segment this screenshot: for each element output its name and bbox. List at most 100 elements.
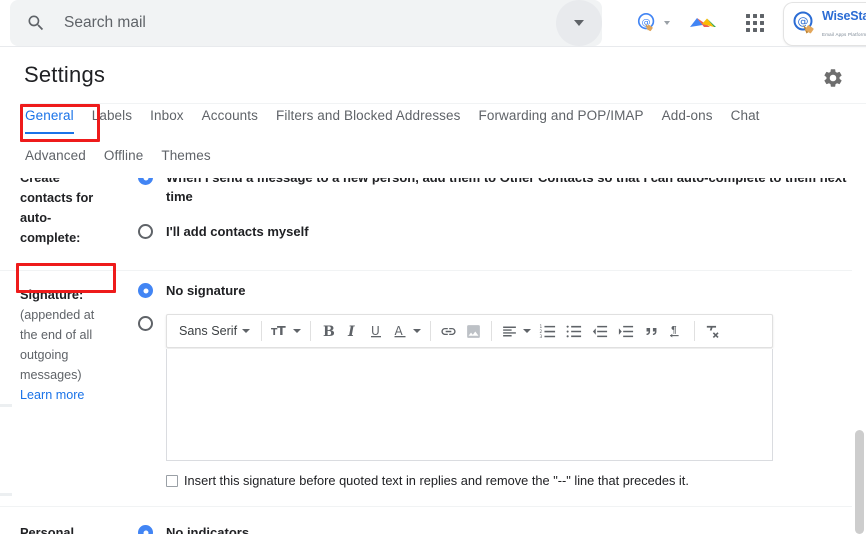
bold-icon[interactable]: B <box>316 317 340 345</box>
tab-accounts[interactable]: Accounts <box>202 104 258 126</box>
italic-icon[interactable]: I <box>340 317 364 345</box>
indent-more-icon[interactable] <box>613 317 639 345</box>
content-edge-marker <box>0 493 12 496</box>
underline-icon[interactable]: U <box>364 317 388 345</box>
svg-text:1: 1 <box>540 323 543 329</box>
vertical-scrollbar[interactable] <box>852 168 866 534</box>
tab-chat[interactable]: Chat <box>731 104 760 126</box>
signature-editor-toolbar: Sans Serif T T B I U A 1 2 3 ¶ <box>166 314 773 348</box>
tab-add-ons[interactable]: Add-ons <box>662 104 713 126</box>
font-family-value: Sans Serif <box>179 324 238 338</box>
quote-icon[interactable] <box>639 317 664 345</box>
radio-row-add-contacts-myself[interactable]: I'll add contacts myself <box>138 222 848 241</box>
tab-offline[interactable]: Offline <box>104 144 143 166</box>
tab-inbox[interactable]: Inbox <box>150 104 184 126</box>
vertical-scrollbar-thumb[interactable] <box>855 430 864 534</box>
page-title: Settings <box>24 62 106 87</box>
wisestamp-extension-panel[interactable]: @ WiseStamp Email Apps Platform <box>783 2 866 46</box>
settings-header: Settings <box>0 55 866 100</box>
wisestamp-logo-icon: @ <box>792 11 818 37</box>
indent-less-icon[interactable] <box>587 317 613 345</box>
text-color-icon[interactable]: A <box>388 317 425 345</box>
insert-image-icon[interactable] <box>461 317 486 345</box>
radio-no-indicators[interactable] <box>138 525 153 534</box>
create-contacts-label-line4: complete: <box>20 230 81 245</box>
svg-text:2: 2 <box>540 328 543 334</box>
search-input[interactable] <box>64 14 556 32</box>
signature-editor-row: Sans Serif T T B I U A 1 2 3 ¶ Insert th… <box>138 314 848 488</box>
insert-before-quoted-checkbox[interactable] <box>166 474 178 487</box>
signature-learn-more-link[interactable]: Learn more <box>20 385 138 405</box>
wisestamp-tagline: Email Apps Platform <box>822 32 866 37</box>
align-icon[interactable] <box>497 317 535 345</box>
wisestamp-label: WiseStamp Email Apps Platform <box>822 8 866 40</box>
at-mention-icon[interactable]: @ <box>636 12 658 34</box>
apps-grid-icon[interactable] <box>746 14 764 32</box>
toolbar-separator <box>261 321 263 341</box>
radio-add-contacts-myself[interactable] <box>138 224 153 239</box>
tab-bar-row-2: Advanced Offline Themes <box>0 144 866 178</box>
rtl-icon[interactable]: ¶ <box>664 317 689 345</box>
toolbar-separator <box>491 321 493 341</box>
svg-text:T: T <box>277 324 286 339</box>
top-right-icons: @ <box>636 0 764 46</box>
font-family-dropdown[interactable]: Sans Serif <box>171 317 256 345</box>
content-edge-marker <box>0 404 12 407</box>
create-contacts-label: Create contacts for auto- complete: <box>20 168 138 248</box>
insert-before-quoted-row[interactable]: Insert this signature before quoted text… <box>166 473 773 488</box>
settings-content-scroll[interactable]: Create contacts for auto- complete: When… <box>0 168 866 534</box>
chevron-down-icon <box>293 329 302 333</box>
create-contacts-label-line3: auto- <box>20 210 52 225</box>
chevron-down-icon <box>523 329 532 333</box>
radio-no-signature[interactable] <box>138 283 153 298</box>
tab-themes[interactable]: Themes <box>161 144 210 166</box>
svg-text:A: A <box>395 324 404 338</box>
svg-text:I: I <box>347 324 355 339</box>
toolbar-separator <box>694 321 696 341</box>
chevron-down-icon <box>574 20 584 26</box>
wisestamp-name: WiseStamp <box>822 9 866 23</box>
link-icon[interactable] <box>436 317 461 345</box>
signature-sub-line3: outgoing <box>20 348 69 362</box>
signature-sub-line1: (appended at <box>20 308 95 322</box>
signature-sub-line4: messages) <box>20 368 82 382</box>
tab-labels[interactable]: Labels <box>92 104 132 126</box>
insert-before-quoted-label: Insert this signature before quoted text… <box>184 473 689 488</box>
svg-text:3: 3 <box>540 333 543 339</box>
gear-icon[interactable] <box>822 67 844 89</box>
font-size-icon[interactable]: T T <box>267 317 305 345</box>
tab-bar-row-1: General Labels Inbox Accounts Filters an… <box>0 104 866 140</box>
search-bar[interactable] <box>10 0 602 46</box>
tab-general[interactable]: General <box>25 104 74 134</box>
section-signature: Signature: (appended at the end of all o… <box>0 270 866 488</box>
chevron-down-icon <box>242 329 251 333</box>
radio-add-contacts-myself-label: I'll add contacts myself <box>166 224 309 239</box>
section-create-contacts: Create contacts for auto- complete: When… <box>0 168 866 248</box>
radio-use-signature[interactable] <box>138 316 153 331</box>
svg-text:U: U <box>371 324 380 338</box>
search-icon <box>26 13 46 33</box>
bulleted-list-icon[interactable] <box>561 317 587 345</box>
signature-text-editor[interactable] <box>166 349 773 461</box>
radio-no-indicators-label: No indicators <box>166 525 250 534</box>
section-personal-indicators: Personal No indicators <box>0 506 866 534</box>
tab-advanced[interactable]: Advanced <box>25 144 86 166</box>
top-bar: @ @ WiseS <box>0 0 866 46</box>
radio-row-no-indicators[interactable]: No indicators <box>138 523 848 534</box>
chevron-down-icon[interactable] <box>664 21 670 25</box>
numbered-list-icon[interactable]: 1 2 3 <box>535 317 561 345</box>
chevron-down-icon <box>413 329 422 333</box>
meet-icon[interactable] <box>688 12 718 34</box>
tab-filters-and-blocked-addresses[interactable]: Filters and Blocked Addresses <box>276 104 461 126</box>
signature-label-col: Signature: (appended at the end of all o… <box>20 275 138 488</box>
search-options-button[interactable] <box>556 0 602 46</box>
svg-text:B: B <box>323 324 335 339</box>
create-contacts-label-line2: contacts for <box>20 190 94 205</box>
radio-no-signature-label: No signature <box>166 283 246 298</box>
signature-label: Signature: <box>20 287 84 302</box>
personal-label-col: Personal <box>20 513 138 534</box>
signature-sub-line2: the end of all <box>20 328 93 342</box>
remove-formatting-icon[interactable] <box>700 317 725 345</box>
tab-forwarding-and-pop-imap[interactable]: Forwarding and POP/IMAP <box>479 104 644 126</box>
radio-row-no-signature[interactable]: No signature <box>138 281 848 300</box>
